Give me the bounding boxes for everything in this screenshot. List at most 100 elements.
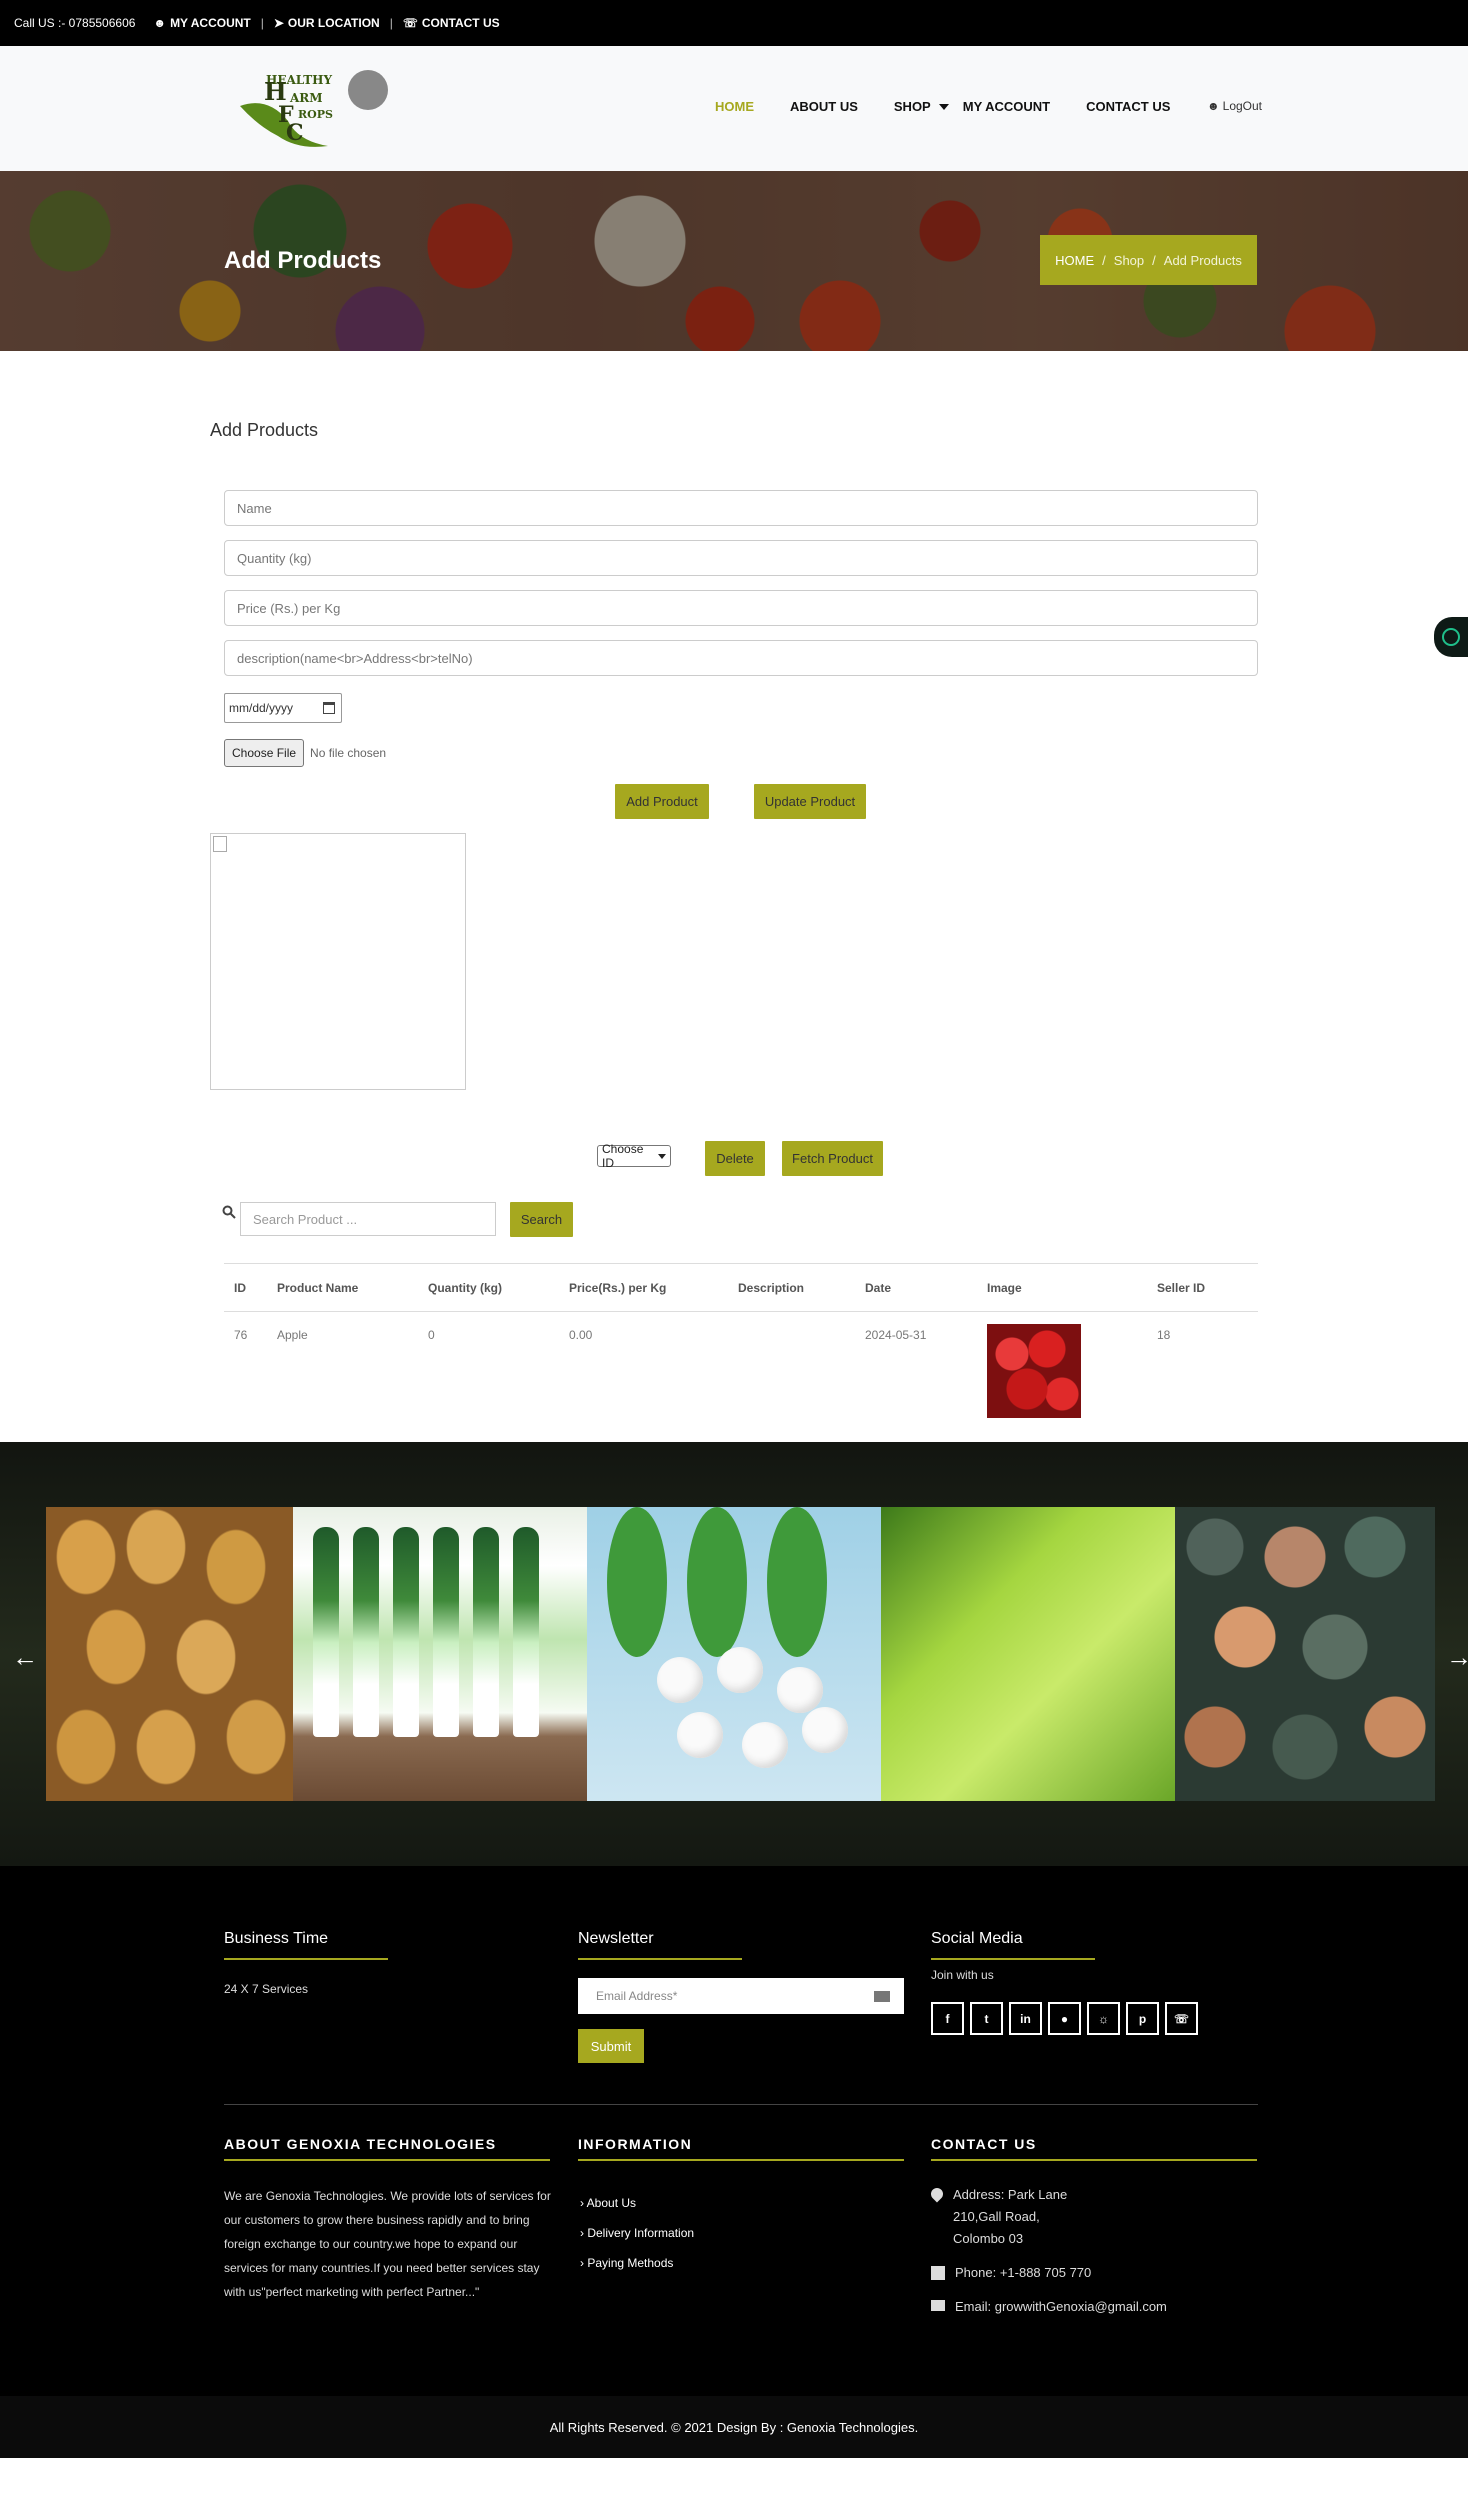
pinterest-icon[interactable]: p [1126, 2002, 1159, 2035]
site-logo[interactable]: HEALTHY ARM ROPS H F C [238, 66, 394, 150]
my-account-link[interactable]: ☻ MY ACCOUNT [153, 16, 250, 30]
image-preview [210, 833, 466, 1090]
update-product-button[interactable]: Update Product [754, 784, 866, 819]
twitter-icon[interactable]: t [970, 2002, 1003, 2035]
table-row: 76 Apple 0 0.00 2024-05-31 18 [224, 1311, 1258, 1421]
phone-text: Call US :- 0785506606 [14, 16, 136, 30]
header-product-name: Product Name [277, 1280, 359, 1295]
calendar-icon[interactable] [323, 702, 335, 714]
social-subtitle: Join with us [931, 1968, 994, 1982]
date-input[interactable]: mm/dd/yyyy [224, 693, 342, 723]
delete-button[interactable]: Delete [705, 1141, 765, 1176]
nav-contact[interactable]: CONTACT US [1086, 99, 1170, 114]
page-banner: Add Products HOME / Shop / Add Products [0, 171, 1468, 351]
phone-icon [931, 2266, 945, 2280]
cell-product-name: Apple [277, 1328, 308, 1342]
product-id-select[interactable]: Choose ID [597, 1142, 671, 1170]
section-title: Add Products [210, 420, 319, 440]
contact-title: CONTACT US [931, 2136, 1037, 2152]
search-icon [222, 1205, 236, 1219]
newsletter-submit-button[interactable]: Submit [578, 2029, 644, 2063]
site-footer: Business Time 24 X 7 Services Newsletter… [0, 1866, 1468, 2396]
facebook-icon[interactable]: f [931, 2002, 964, 2035]
slide-turnips[interactable] [587, 1507, 881, 1801]
price-input[interactable]: Price (Rs.) per Kg [224, 590, 1258, 626]
about-title: ABOUT GENOXIA TECHNOLOGIES [224, 2136, 497, 2152]
nav-about[interactable]: ABOUT US [790, 99, 858, 114]
nav-shop[interactable]: SHOP [894, 99, 949, 114]
user-icon: ☻ [1207, 99, 1220, 113]
contact-address: Address: Park Lane 210,Gall Road, Colomb… [928, 2184, 1167, 2250]
our-location-label: OUR LOCATION [287, 16, 380, 30]
breadcrumb-home[interactable]: HOME [1055, 253, 1094, 268]
slide-lettuce[interactable] [881, 1507, 1175, 1801]
header-description: Description [738, 1280, 805, 1295]
our-location-link[interactable]: ➤ OUR LOCATION [274, 16, 380, 30]
quantity-input[interactable]: Quantity (kg) [224, 540, 1258, 576]
envelope-icon [931, 2300, 945, 2311]
contact-us-link[interactable]: ☏ CONTACT US [403, 16, 500, 30]
headset-icon: ☏ [402, 16, 418, 30]
cell-date: 2024-05-31 [865, 1328, 927, 1342]
header-seller-id: Seller ID [1157, 1280, 1206, 1295]
logout-link[interactable]: ☻ LogOut [1207, 99, 1262, 113]
fetch-product-button[interactable]: Fetch Product [782, 1141, 883, 1176]
product-carousel: ← → [0, 1442, 1468, 1866]
header-price: Price(Rs.) per Kg [569, 1280, 667, 1295]
arrow-right-icon[interactable]: → [1446, 1642, 1468, 1673]
info-link-about[interactable]: › About Us [580, 2188, 694, 2218]
social-links: f t in ● ☼ p ☏ [931, 2002, 1198, 2035]
cell-id: 76 [234, 1328, 248, 1342]
about-text: We are Genoxia Technologies. We provide … [224, 2189, 551, 2299]
slide-pumpkins[interactable] [1175, 1507, 1435, 1801]
carousel-slides [46, 1507, 1435, 1801]
info-link-paying[interactable]: › Paying Methods [580, 2248, 694, 2278]
linkedin-icon[interactable]: in [1009, 2002, 1042, 2035]
header-date: Date [865, 1280, 892, 1295]
info-link-label: About Us [586, 2196, 637, 2210]
business-time-title: Business Time [224, 1930, 329, 1947]
copyright-bar: All Rights Reserved. © 2021 Design By : … [0, 2396, 1468, 2458]
arrow-left-icon[interactable]: ← [12, 1642, 38, 1673]
breadcrumb: HOME / Shop / Add Products [1040, 235, 1257, 285]
address-line: Colombo 03 [953, 2231, 1024, 2246]
rss-icon[interactable]: ☼ [1087, 2002, 1120, 2035]
header-image: Image [987, 1280, 1022, 1295]
chevron-right-icon: › [580, 2196, 587, 2210]
slide-leeks[interactable] [293, 1507, 587, 1801]
select-value: Choose ID [602, 1142, 644, 1170]
info-link-delivery[interactable]: › Delivery Information [580, 2218, 694, 2248]
date-placeholder: mm/dd/yyyy [229, 701, 294, 715]
nav-home[interactable]: HOME [715, 99, 754, 114]
description-input[interactable]: description(name<br>Address<br>telNo) [224, 640, 1258, 676]
breadcrumb-shop[interactable]: Shop [1114, 253, 1144, 268]
add-product-button[interactable]: Add Product [615, 784, 709, 819]
information-links: › About Us › Delivery Information › Payi… [580, 2188, 694, 2278]
svg-text:C: C [286, 120, 304, 146]
reddit-icon[interactable]: ● [1048, 2002, 1081, 2035]
choose-file-button[interactable]: Choose File [224, 739, 305, 767]
information-title: INFORMATION [578, 2136, 693, 2152]
main-nav: HOME ABOUT US SHOP MY ACCOUNT CONTACT US [715, 99, 1206, 114]
email-text[interactable]: Email: growwithGenoxia@gmail.com [955, 2296, 1167, 2318]
chevron-down-icon [658, 1153, 666, 1159]
chat-widget-icon[interactable] [1434, 617, 1468, 657]
search-input[interactable]: Search Product ... [240, 1202, 496, 1236]
contact-info: Address: Park Lane 210,Gall Road, Colomb… [928, 2184, 1167, 2330]
address-line: 210,Gall Road, [953, 2209, 1040, 2224]
logout-label: LogOut [1222, 99, 1263, 113]
whatsapp-icon[interactable]: ☏ [1165, 2002, 1198, 2035]
slide-potatoes[interactable] [46, 1507, 293, 1801]
nav-shop-label: SHOP [893, 99, 931, 114]
name-input[interactable]: Name [224, 490, 1258, 526]
svg-text:ARM: ARM [289, 91, 323, 105]
cell-quantity: 0 [428, 1328, 435, 1342]
my-account-label: MY ACCOUNT [170, 16, 251, 30]
newsletter-email-input[interactable]: Email Address* [578, 1978, 904, 2014]
social-media-title: Social Media [931, 1930, 1023, 1947]
separator: | [389, 16, 393, 30]
nav-my-account[interactable]: MY ACCOUNT [963, 99, 1050, 114]
title-underline [578, 2159, 904, 2161]
search-button[interactable]: Search [510, 1202, 573, 1237]
phone-text: Phone: +1-888 705 770 [955, 2265, 1092, 2280]
